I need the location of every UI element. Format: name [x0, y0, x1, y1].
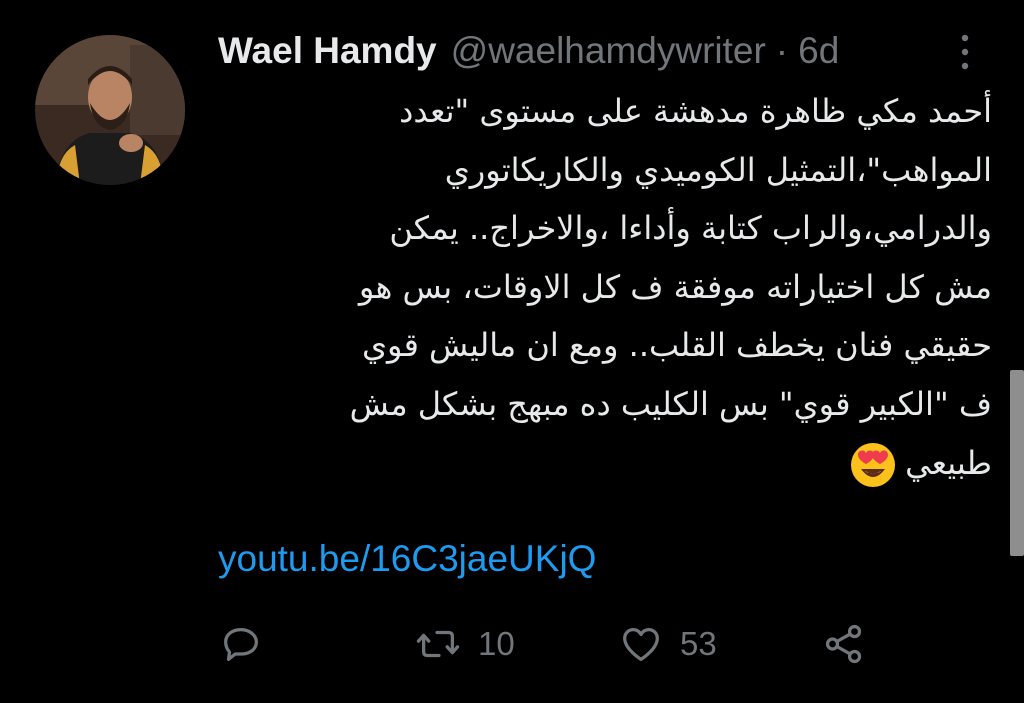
tweet-text: أحمد مكي ظاهرة مدهشة على مستوى "تعدد الم… — [210, 82, 992, 492]
tweet-link[interactable]: youtu.be/16C3jaeUKjQ — [218, 538, 596, 580]
tweet-header: Wael Hamdy @waelhamdywriter · 6d — [218, 26, 1008, 76]
tweet-actions: 10 53 — [218, 614, 978, 674]
share-icon — [825, 624, 862, 664]
heart-icon — [623, 627, 659, 661]
tweet-text-line: حقيقي فنان يخطف القلب.. ومع ان ماليش قوي — [362, 326, 992, 365]
retweet-icon — [416, 630, 460, 658]
author-avatar[interactable] — [35, 35, 185, 185]
author-name[interactable]: Wael Hamdy — [218, 30, 437, 72]
smiling-face-with-heart-eyes-icon — [851, 442, 896, 487]
reply-icon — [224, 627, 258, 661]
share-button[interactable] — [821, 614, 867, 674]
author-handle[interactable]: @waelhamdywriter — [451, 30, 766, 72]
retweet-count: 10 — [478, 625, 515, 662]
like-count: 53 — [680, 625, 717, 662]
like-button[interactable]: 53 — [618, 614, 717, 674]
more-vertical-icon — [961, 34, 969, 70]
retweet-button[interactable]: 10 — [414, 614, 515, 674]
tweet-timestamp[interactable]: 6d — [798, 30, 839, 72]
more-options-button[interactable] — [953, 30, 977, 74]
tweet-text-line: أحمد مكي ظاهرة مدهشة على مستوى "تعدد — [399, 92, 992, 130]
reply-button[interactable] — [218, 614, 264, 674]
scrollbar-thumb[interactable] — [1010, 370, 1024, 556]
tweet-text-line: طبيعي — [905, 443, 992, 482]
profile-photo-icon — [35, 35, 185, 185]
header-separator: · — [775, 30, 789, 71]
tweet[interactable]: Wael Hamdy @waelhamdywriter · 6d أحمد مك… — [0, 0, 1024, 703]
tweet-text-line: ف "الكبير قوي" بس الكليب ده مبهج بشكل مش — [349, 384, 992, 423]
tweet-text-last-line: طبيعي — [210, 434, 992, 493]
tweet-text-line: مش كل اختياراته موفقة ف كل الاوقات، بس ه… — [358, 267, 992, 306]
tweet-text-line: والدرامي،والراب كتابة وأداءا ،والاخراج..… — [389, 209, 992, 248]
tweet-text-line: المواهب"،التمثيل الكوميدي والكاريكاتوري — [444, 150, 992, 189]
